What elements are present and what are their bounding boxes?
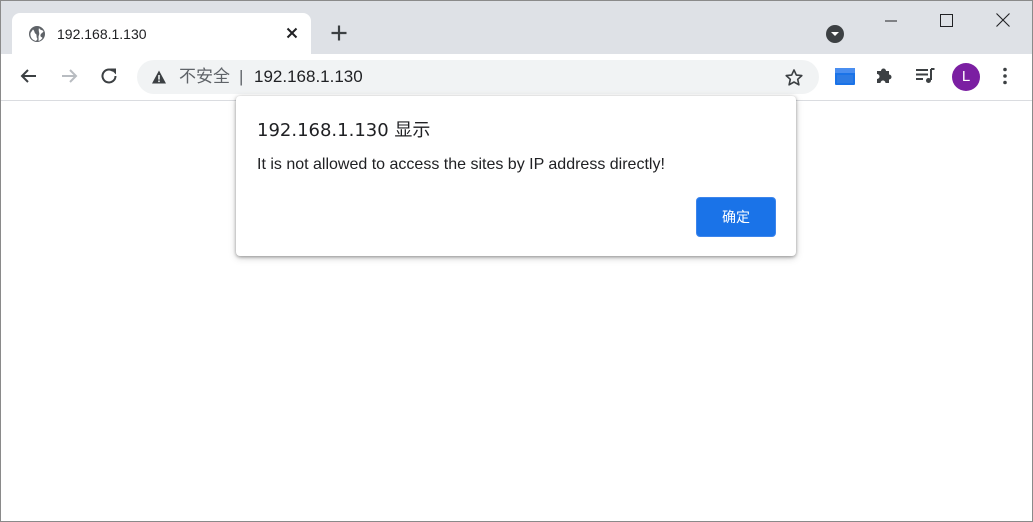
arrow-left-icon[interactable] xyxy=(17,64,41,88)
url-text[interactable]: 192.168.1.130 xyxy=(254,67,363,87)
kebab-menu-icon[interactable] xyxy=(993,64,1017,88)
maximize-icon[interactable] xyxy=(934,9,958,33)
address-bar[interactable]: 不安全 | 192.168.1.130 xyxy=(137,60,819,94)
omnibox-separator: | xyxy=(239,67,244,86)
extension-box-icon[interactable] xyxy=(833,64,857,88)
plus-icon[interactable] xyxy=(327,21,351,45)
security-label[interactable]: 不安全 xyxy=(179,67,230,87)
warning-icon[interactable] xyxy=(151,69,167,85)
globe-icon xyxy=(28,25,46,43)
tab-active[interactable]: 192.168.1.130 xyxy=(12,13,311,54)
media-queue-icon[interactable] xyxy=(913,64,937,88)
browser-window: 192.168.1.130 不安全 | 192.168.1.130 L 192.… xyxy=(0,0,1033,522)
tab-strip: 192.168.1.130 xyxy=(1,1,1032,54)
close-icon[interactable] xyxy=(991,9,1015,33)
minimize-icon[interactable] xyxy=(879,9,903,33)
close-icon[interactable] xyxy=(284,25,300,41)
arrow-right-icon[interactable] xyxy=(57,64,81,88)
reload-icon[interactable] xyxy=(97,64,121,88)
dialog-title: 192.168.1.130 显示 xyxy=(257,120,431,141)
toolbar: 不安全 | 192.168.1.130 L xyxy=(1,54,1032,101)
dialog-message: It is not allowed to access the sites by… xyxy=(257,156,665,173)
puzzle-icon[interactable] xyxy=(873,64,897,88)
avatar[interactable]: L xyxy=(952,63,980,91)
alert-dialog: 192.168.1.130 显示 It is not allowed to ac… xyxy=(236,96,796,256)
chevron-down-circle-icon[interactable] xyxy=(824,23,846,45)
ok-button[interactable]: 确定 xyxy=(696,197,776,237)
star-icon[interactable] xyxy=(784,68,804,88)
tab-title: 192.168.1.130 xyxy=(57,26,147,42)
